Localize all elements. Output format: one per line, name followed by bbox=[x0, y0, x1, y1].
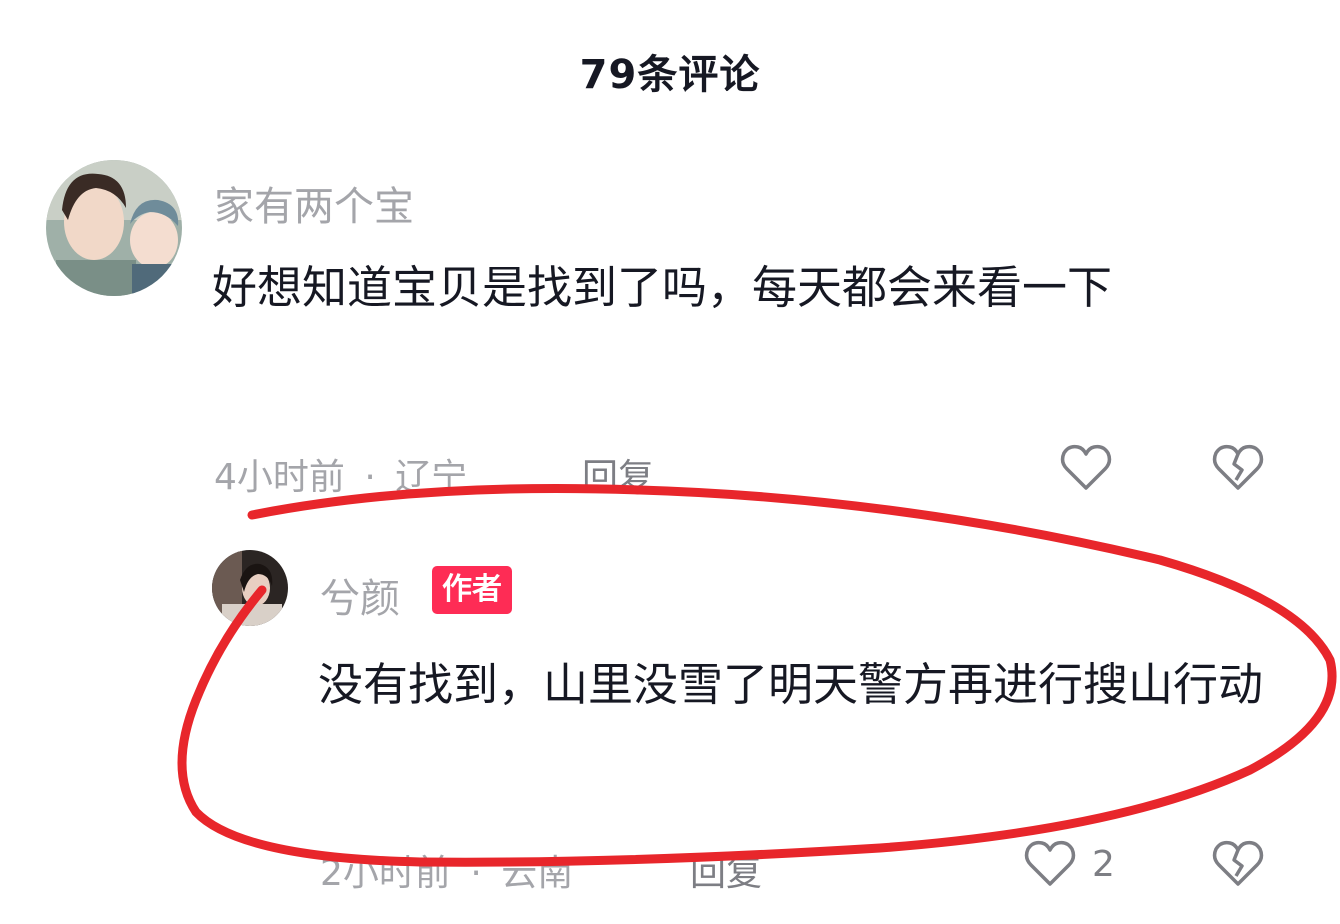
avatar[interactable] bbox=[212, 550, 288, 626]
comment-meta: 2小时前 · 云南 bbox=[320, 844, 573, 896]
author-badge: 作者 bbox=[432, 566, 512, 614]
comment-location: 云南 bbox=[501, 853, 574, 894]
heart-outline-icon[interactable] bbox=[1058, 440, 1114, 500]
comment-time: 2小时前 bbox=[320, 853, 451, 894]
meta-separator: · bbox=[364, 457, 376, 498]
reply-button[interactable]: 回复 bbox=[690, 844, 762, 896]
reply-button[interactable]: 回复 bbox=[582, 448, 654, 500]
comments-count-title: 79条评论 bbox=[579, 52, 761, 98]
broken-heart-icon[interactable] bbox=[1210, 440, 1266, 500]
comment-username[interactable]: 兮颜 bbox=[320, 566, 400, 624]
avatar[interactable] bbox=[46, 160, 182, 296]
broken-heart-icon[interactable] bbox=[1210, 836, 1266, 896]
heart-outline-icon[interactable] bbox=[1022, 836, 1078, 896]
comment-text: 好想知道宝贝是找到了吗，每天都会来看一下 bbox=[212, 261, 1113, 314]
comment-time: 4小时前 bbox=[214, 457, 345, 498]
comment-text: 没有找到，山里没雪了明天警方再进行搜山行动 bbox=[318, 658, 1264, 711]
comment-location: 辽宁 bbox=[395, 457, 468, 498]
comment-meta: 4小时前 · 辽宁 bbox=[214, 448, 467, 500]
like-count: 2 bbox=[1092, 844, 1115, 885]
comment-username[interactable]: 家有两个宝 bbox=[214, 174, 414, 232]
meta-separator: · bbox=[470, 853, 482, 894]
red-circle-annotation bbox=[177, 483, 1337, 867]
